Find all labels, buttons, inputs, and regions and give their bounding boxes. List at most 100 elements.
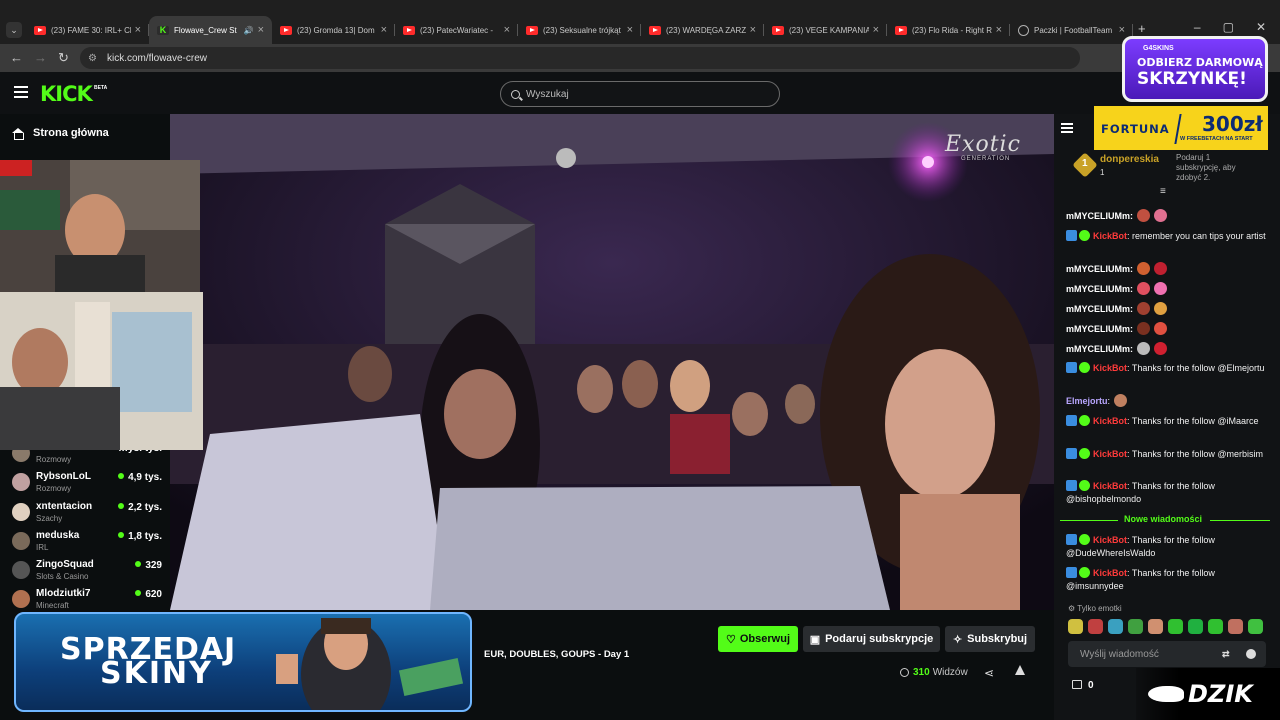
emote-icon[interactable] <box>1108 619 1123 634</box>
browser-tab[interactable]: (23) VEGE KAMPANIA × <box>764 16 887 44</box>
boar-icon <box>1148 686 1184 702</box>
search-icon <box>511 89 520 99</box>
follow-button[interactable]: ♡ Obserwuj <box>718 626 798 652</box>
emote-icon <box>1137 322 1150 335</box>
sidebar-channel[interactable]: xntentacion Szachy 2,2 tys. <box>12 500 162 528</box>
emote-icon[interactable] <box>1188 619 1203 634</box>
browser-tab[interactable]: Paczki | FootballTeam × <box>1010 16 1133 44</box>
chat-username[interactable]: KickBot <box>1093 416 1127 426</box>
chat-username[interactable]: mMYCELIUMm: <box>1066 284 1133 294</box>
close-tab-icon[interactable]: × <box>381 24 387 36</box>
chat-input[interactable] <box>1080 648 1210 660</box>
close-window-icon[interactable]: ✕ <box>1256 20 1266 34</box>
emote-icon[interactable] <box>1248 619 1263 634</box>
close-tab-icon[interactable]: × <box>627 24 633 36</box>
channel-points-value: 0 <box>1088 680 1094 691</box>
avatar <box>12 561 30 579</box>
chat-username[interactable]: mMYCELIUMm: <box>1066 211 1133 221</box>
emoji-icon[interactable] <box>1246 649 1256 659</box>
chat-username[interactable]: Elmejortu <box>1066 396 1108 406</box>
subscribe-button[interactable]: ✧ Subskrybuj <box>945 626 1035 652</box>
close-tab-icon[interactable]: × <box>504 24 510 36</box>
close-tab-icon[interactable]: × <box>1119 24 1125 36</box>
sidebar-channel[interactable]: meduska IRL 1,8 tys. <box>12 529 162 557</box>
reload-icon[interactable]: ↻ <box>58 50 69 66</box>
sidebar-channel[interactable]: Mlodziutki7 Minecraft 620 <box>12 587 162 615</box>
close-tab-icon[interactable]: × <box>873 24 879 36</box>
emote-icon[interactable] <box>1208 619 1223 634</box>
sidebar-item-home[interactable]: Strona główna <box>12 127 109 140</box>
browser-tab[interactable]: (23) PatecWariatec - × <box>395 16 518 44</box>
chat-username[interactable]: KickBot <box>1093 535 1127 545</box>
forward-icon[interactable]: → <box>34 50 47 65</box>
emote-icon[interactable] <box>1168 619 1183 634</box>
verified-badge-icon <box>1079 480 1090 491</box>
search-box[interactable] <box>500 81 780 107</box>
browser-tab[interactable]: (23) FAME 30: IRL+ Cl × <box>26 16 149 44</box>
tab-title: (23) Flo Rida - Right R <box>912 25 992 35</box>
g4skins-ad[interactable]: G4SKINS ODBIERZ DARMOWĄ SKRZYNKĘ! <box>1122 36 1268 102</box>
youtube-icon <box>895 25 907 35</box>
speaker-icon[interactable]: 🔊 <box>244 26 254 35</box>
new-tab-button[interactable]: + <box>1138 21 1146 36</box>
report-icon[interactable] <box>1015 665 1025 675</box>
emote-icon[interactable] <box>1148 619 1163 634</box>
collapse-chat-icon[interactable] <box>1061 123 1073 133</box>
chat-username[interactable]: KickBot <box>1093 231 1127 241</box>
translate-icon[interactable]: ⇄ <box>1222 649 1230 660</box>
close-tab-icon[interactable]: × <box>258 24 264 36</box>
webcam-overlay-top <box>0 160 200 292</box>
browser-tab[interactable]: (23) WARDĘGA ZARZ × <box>641 16 764 44</box>
close-tab-icon[interactable]: × <box>750 24 756 36</box>
emote-icon[interactable] <box>1068 619 1083 634</box>
viewer-count: 310 Widzów <box>900 667 968 678</box>
tab-title: (23) Gromda 13| Dom <box>297 25 375 35</box>
gift-subs-button[interactable]: ▣ Podaruj subskrypcje <box>803 626 940 652</box>
gifter-name[interactable]: donpereskia <box>1100 154 1159 165</box>
channel-points-icon[interactable] <box>1072 680 1082 689</box>
chat-input-box[interactable] <box>1068 641 1266 667</box>
video-player[interactable] <box>170 114 1054 610</box>
gift-hint[interactable]: Podaruj 1 subskrypcję, aby zdobyć 2. <box>1176 153 1256 183</box>
pinned-toggle-icon[interactable]: ≡ <box>1160 186 1166 197</box>
chat-username[interactable]: mMYCELIUMm: <box>1066 344 1133 354</box>
emote-icon[interactable] <box>1088 619 1103 634</box>
home-icon <box>12 127 24 140</box>
browser-tab[interactable]: (23) Gromda 13| Dom × <box>272 16 395 44</box>
menu-icon[interactable] <box>14 86 28 98</box>
back-icon[interactable]: ← <box>10 50 23 65</box>
chat-username[interactable]: mMYCELIUMm: <box>1066 304 1133 314</box>
chat-username[interactable]: KickBot <box>1093 481 1127 491</box>
browser-tab[interactable]: (23) Flo Rida - Right R × <box>887 16 1010 44</box>
close-tab-icon[interactable]: × <box>135 24 141 36</box>
youtube-icon <box>34 25 46 35</box>
chat-username[interactable]: KickBot <box>1093 449 1127 459</box>
fortuna-ad[interactable]: FORTUNA 300zł W FREEBETACH NA START <box>1094 106 1268 150</box>
url-field[interactable]: ⚙ kick.com/flowave-crew <box>80 47 1080 69</box>
new-messages-divider: Nowe wiadomości <box>1060 514 1270 526</box>
browser-tab[interactable]: (23) Seksualne trójkąt × <box>518 16 641 44</box>
emote-icon[interactable] <box>1128 619 1143 634</box>
stream-title: EUR, DOUBLES, GOUPS - Day 1 <box>484 649 630 660</box>
chat-username[interactable]: KickBot <box>1093 568 1127 578</box>
maximize-icon[interactable]: ▢ <box>1223 20 1234 34</box>
search-input[interactable] <box>526 88 746 100</box>
dzik-logo: DZIK <box>1136 668 1280 720</box>
bot-badge-icon <box>1066 480 1077 491</box>
close-tab-icon[interactable]: × <box>996 24 1002 36</box>
chat-username[interactable]: KickBot <box>1093 363 1127 373</box>
channel-viewers: 620 <box>135 589 162 600</box>
sidebar-channel[interactable]: RybsonLoL Rozmowy 4,9 tys. <box>12 470 162 498</box>
site-settings-icon[interactable]: ⚙ <box>88 53 97 64</box>
kick-logo[interactable]: KICK <box>40 82 93 106</box>
tab-search-dropdown-icon[interactable]: ⌄ <box>6 22 22 38</box>
emote-icon[interactable] <box>1228 619 1243 634</box>
share-icon[interactable]: ⋖ <box>984 666 994 680</box>
chat-username[interactable]: mMYCELIUMm: <box>1066 264 1133 274</box>
minimize-icon[interactable]: – <box>1194 20 1201 34</box>
emote-icon <box>1137 262 1150 275</box>
browser-tab[interactable]: K Flowave_Crew St 🔊 × <box>149 16 272 44</box>
chat-username[interactable]: mMYCELIUMm: <box>1066 324 1133 334</box>
tab-title: (23) WARDĘGA ZARZ <box>666 25 746 35</box>
sidebar-channel[interactable]: ZingoSquad Slots & Casino 329 <box>12 558 162 586</box>
